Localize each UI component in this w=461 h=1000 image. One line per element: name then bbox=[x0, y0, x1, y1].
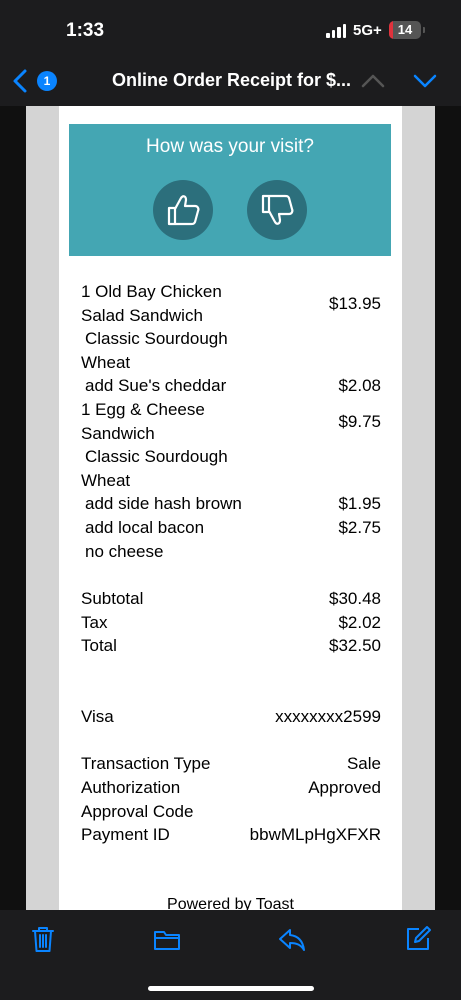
transaction-type-label: Transaction Type bbox=[81, 754, 211, 773]
subtotal-label: Subtotal bbox=[81, 589, 144, 608]
authorization-value: Approved bbox=[308, 778, 381, 797]
signal-icon bbox=[326, 24, 346, 38]
home-indicator[interactable] bbox=[148, 986, 314, 991]
email-body[interactable]: How was your visit? 1 Old Bay Chicken Sal… bbox=[0, 106, 461, 910]
tax-value: $2.02 bbox=[338, 613, 381, 632]
trash-icon[interactable] bbox=[28, 924, 58, 954]
powered-by-toast: Powered by Toast bbox=[167, 896, 294, 910]
subtotal-value: $30.48 bbox=[329, 589, 381, 608]
item-label: 1 Egg & Cheese bbox=[81, 400, 205, 419]
reply-icon[interactable] bbox=[277, 924, 307, 954]
thumbs-down-icon bbox=[261, 194, 294, 225]
battery-level: 14 bbox=[397, 22, 413, 37]
item-label: Salad Sandwich bbox=[81, 305, 203, 325]
feedback-panel: How was your visit? bbox=[69, 124, 391, 256]
card-number: xxxxxxxx2599 bbox=[275, 707, 381, 726]
approval-code-label: Approval Code bbox=[81, 802, 194, 821]
chevron-down-icon[interactable] bbox=[412, 70, 438, 92]
item-value: $2.75 bbox=[338, 518, 381, 537]
item-label: add side hash brown bbox=[85, 494, 242, 514]
battery-tip bbox=[423, 27, 425, 33]
network-type: 5G+ bbox=[353, 22, 382, 39]
battery-icon: 14 bbox=[389, 21, 421, 39]
item-label: Classic Sourdough bbox=[85, 329, 228, 349]
item-label: add local bacon bbox=[85, 518, 205, 537]
item-label: Wheat bbox=[81, 470, 131, 490]
chevron-left-icon[interactable] bbox=[10, 68, 30, 94]
authorization-label: Authorization bbox=[81, 778, 181, 797]
item-price: $13.95 bbox=[329, 294, 381, 313]
item-value: $2.08 bbox=[338, 376, 381, 396]
status-bar: 1:33 5G+ 14 bbox=[0, 0, 461, 58]
tax-label: Tax bbox=[81, 613, 108, 632]
item-label: 1 Old Bay Chicken bbox=[81, 282, 222, 301]
nav-bar: 1 Online Order Receipt for $... bbox=[0, 58, 461, 106]
unread-count-badge[interactable]: 1 bbox=[37, 71, 57, 91]
item-label: add Sue's cheddar bbox=[85, 376, 227, 396]
feedback-title: How was your visit? bbox=[146, 136, 314, 157]
thumbs-up-button[interactable] bbox=[153, 180, 213, 240]
item-label: Classic Sourdough bbox=[85, 447, 228, 467]
payment-id-label: Payment ID bbox=[81, 825, 170, 844]
item-label: Wheat bbox=[81, 352, 131, 372]
thumbs-up-icon bbox=[167, 195, 200, 226]
card-label: Visa bbox=[81, 707, 114, 726]
compose-icon[interactable] bbox=[403, 924, 433, 954]
item-label: Sandwich bbox=[81, 423, 155, 443]
item-value: $1.95 bbox=[338, 494, 381, 514]
item-label: no cheese bbox=[85, 541, 164, 561]
total-label: Total bbox=[81, 636, 117, 655]
transaction-type-value: Sale bbox=[346, 754, 381, 773]
status-time: 1:33 bbox=[66, 20, 105, 41]
page-title: Online Order Receipt for $... bbox=[112, 70, 352, 90]
folder-icon[interactable] bbox=[152, 924, 182, 954]
thumbs-down-button[interactable] bbox=[247, 180, 307, 240]
total-value: $32.50 bbox=[329, 636, 381, 655]
item-price: $9.75 bbox=[338, 412, 381, 431]
payment-id-value: bbwMLpHgXFXR bbox=[249, 825, 381, 844]
chevron-up-icon[interactable] bbox=[360, 70, 386, 92]
